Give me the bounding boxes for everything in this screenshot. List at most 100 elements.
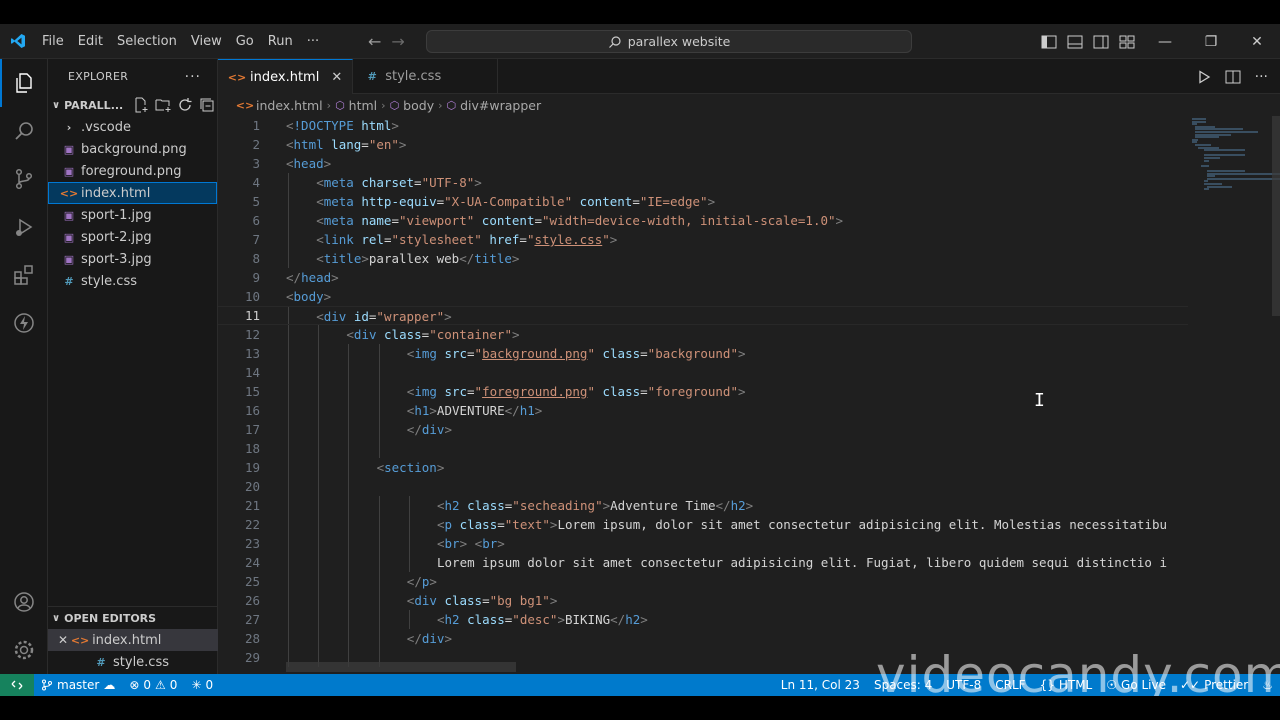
refresh-icon[interactable] [177, 97, 193, 113]
menu-go[interactable]: Go [229, 24, 261, 59]
search-view-icon[interactable] [0, 107, 48, 155]
code-line[interactable]: 21 <h2 class="secheading">Adventure Time<… [218, 496, 1188, 515]
file-tree-item[interactable]: ▣ sport-1.jpg [48, 204, 217, 226]
file-tree-item[interactable]: # style.css [48, 270, 217, 292]
code-line[interactable]: 13 <img src="background.png" class="backg… [218, 344, 1188, 363]
breadcrumb-item[interactable]: html [349, 98, 377, 113]
open-editors-header[interactable]: ∨ OPEN EDITORS [48, 607, 218, 629]
code-line[interactable]: 7 <link rel="stylesheet" href="style.css"… [218, 230, 1188, 249]
code-line[interactable]: 23 <br> <br> [218, 534, 1188, 553]
new-file-icon[interactable] [133, 97, 149, 113]
minimize-icon[interactable]: — [1142, 24, 1188, 59]
branch-status[interactable]: master ☁ [34, 678, 122, 692]
code-token: html [361, 118, 392, 133]
code-line[interactable]: 3 <head> [218, 154, 1188, 173]
error-count: 0 [143, 678, 152, 692]
forward-arrow-icon[interactable]: → [391, 32, 404, 51]
open-editor-item[interactable]: ✕ <> index.html [48, 629, 218, 651]
minimap-line [1207, 172, 1280, 175]
toggle-primary-sidebar-icon[interactable] [1040, 33, 1058, 51]
thunder-client-icon[interactable] [0, 299, 48, 347]
open-editor-item[interactable]: # style.css [48, 651, 218, 673]
close-icon[interactable]: ✕ [331, 70, 342, 85]
line-number: 20 [244, 479, 260, 494]
minimap-line [1195, 136, 1220, 139]
file-tree-item[interactable]: ▣ background.png [48, 138, 217, 160]
editor-more-actions-icon[interactable]: ··· [1255, 69, 1268, 85]
code-line[interactable]: 8 <title>parallex web</title> [218, 249, 1188, 268]
manage-gear-icon[interactable] [0, 626, 48, 674]
code-line[interactable]: 2 <html lang="en"> [218, 135, 1188, 154]
breadcrumb-item[interactable]: index.html [256, 98, 323, 113]
new-folder-icon[interactable] [155, 97, 171, 113]
code-line[interactable]: 26 <div class="bg bg1"> [218, 591, 1188, 610]
customize-layout-icon[interactable] [1118, 33, 1136, 51]
code-line[interactable]: 24 Lorem ipsum dolor sit amet consectetur… [218, 553, 1188, 572]
menu-view[interactable]: View [184, 24, 229, 59]
command-center-search[interactable]: parallex website [426, 30, 912, 53]
source-control-icon[interactable] [0, 155, 48, 203]
file-tree-item[interactable]: <> index.html [48, 182, 217, 204]
workspace-folder[interactable]: ∨ PARALL... [48, 94, 217, 116]
minimap-line [1204, 188, 1210, 191]
problems-status[interactable]: ⊗ 0 ⚠ 0 [122, 678, 184, 692]
code-line[interactable]: 25 </p> [218, 572, 1188, 591]
menu-run[interactable]: Run [261, 24, 300, 59]
code-line[interactable]: 14 [218, 363, 1188, 382]
close-window-icon[interactable]: ✕ [1234, 24, 1280, 59]
code-text: <div class="container"> [346, 325, 519, 344]
file-tree-item[interactable]: ▣ foreground.png [48, 160, 217, 182]
menu-edit[interactable]: Edit [71, 24, 110, 59]
explorer-icon[interactable] [0, 59, 48, 107]
run-icon[interactable] [1197, 69, 1211, 84]
file-tree-item[interactable]: ▣ sport-2.jpg [48, 226, 217, 248]
code-line[interactable]: 17 </div> [218, 420, 1188, 439]
code-line[interactable]: 12 <div class="container"> [218, 325, 1188, 344]
code-token: div [414, 593, 437, 608]
breadcrumb-item[interactable]: body [403, 98, 434, 113]
code-line[interactable]: 4 <meta charset="UTF-8"> [218, 173, 1188, 192]
line-number: 10 [244, 289, 260, 304]
menu-file[interactable]: File [35, 24, 71, 59]
tab-index-html[interactable]: <> index.html ✕ [218, 59, 354, 94]
tab-style-css[interactable]: # style.css [353, 59, 499, 94]
warning-count: 0 [169, 678, 178, 692]
split-editor-icon[interactable] [1225, 70, 1241, 84]
accounts-icon[interactable] [0, 578, 48, 626]
breadcrumb-item[interactable]: div#wrapper [460, 98, 541, 113]
collapse-all-icon[interactable] [199, 97, 215, 113]
line-number: 15 [244, 384, 260, 399]
toggle-secondary-sidebar-icon[interactable] [1092, 33, 1110, 51]
minimap[interactable] [1190, 116, 1280, 674]
extensions-icon[interactable] [0, 251, 48, 299]
cursor-position[interactable]: Ln 11, Col 23 [774, 678, 867, 692]
code-line[interactable]: 6 <meta name="viewport" content="width=de… [218, 211, 1188, 230]
run-and-debug-icon[interactable] [0, 203, 48, 251]
code-line[interactable]: 11 <div id="wrapper"> [218, 306, 1188, 325]
code-line[interactable]: 10 <body> [218, 287, 1188, 306]
vertical-scrollbar[interactable] [1272, 116, 1280, 316]
remote-indicator-icon[interactable] [0, 674, 34, 696]
back-arrow-icon[interactable]: ← [368, 32, 381, 51]
code-line[interactable]: 27 <h2 class="desc">BIKING</h2> [218, 610, 1188, 629]
code-line[interactable]: 20 [218, 477, 1188, 496]
menu-more[interactable]: ··· [300, 24, 326, 59]
horizontal-scrollbar[interactable] [286, 662, 516, 672]
menu-selection[interactable]: Selection [110, 24, 184, 59]
restore-icon[interactable]: ❐ [1188, 24, 1234, 59]
code-line[interactable]: 5 <meta http-equiv = "X-UA-Compatible" cont… [218, 192, 1188, 211]
code-line[interactable]: 18 [218, 439, 1188, 458]
vscode-window: File Edit Selection View Go Run ··· ← → parall… [0, 24, 1280, 704]
file-tree-item[interactable]: ▣ sport-3.jpg [48, 248, 217, 270]
more-actions-icon[interactable]: ··· [185, 69, 201, 85]
toggle-panel-icon[interactable] [1066, 33, 1084, 51]
close-icon[interactable]: ✕ [58, 633, 68, 647]
file-tree-item[interactable]: › .vscode [48, 116, 217, 138]
file-name: style.css [81, 273, 137, 289]
ports-status[interactable]: ✳ 0 [184, 678, 220, 692]
code-line[interactable]: 9 </head> [218, 268, 1188, 287]
code-line[interactable]: 1 <!DOCTYPE html> [218, 116, 1188, 135]
code-line[interactable]: 22 <p class="text">Lorem ipsum, dolor sit… [218, 515, 1188, 534]
code-token: p [444, 517, 453, 532]
code-line[interactable]: 19 <section> [218, 458, 1188, 477]
